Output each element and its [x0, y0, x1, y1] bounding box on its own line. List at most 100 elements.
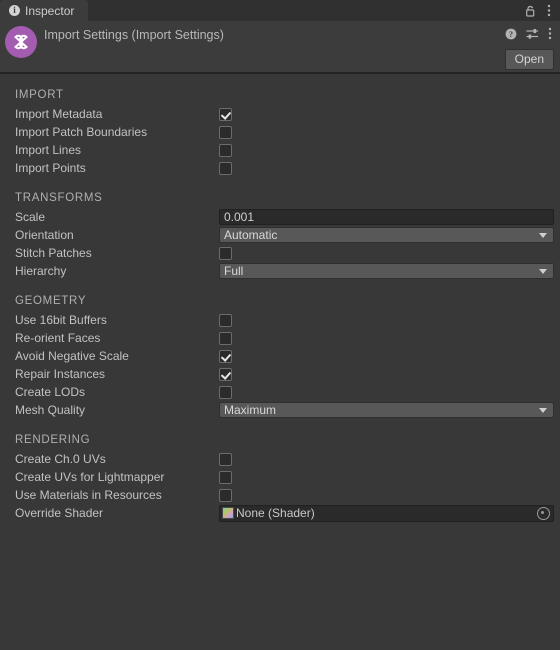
property-label: Scale — [15, 210, 46, 224]
property-label: Import Metadata — [15, 107, 103, 121]
checkbox-toggle[interactable] — [219, 246, 232, 260]
property-label: Override Shader — [15, 506, 104, 520]
checkbox-toggle[interactable] — [219, 143, 232, 157]
import-settings-asset-icon — [5, 26, 37, 58]
checkbox-toggle[interactable] — [219, 313, 232, 327]
property-label: Use 16bit Buffers — [15, 313, 107, 327]
tab-inspector[interactable]: i Inspector — [0, 0, 89, 21]
property-label: Re-orient Faces — [15, 331, 101, 345]
property-label: Import Patch Boundaries — [15, 125, 148, 139]
property-row: Use Materials in Resources — [0, 486, 560, 504]
property-row: Scale 0.001 — [0, 208, 560, 226]
help-icon[interactable]: ? — [505, 28, 517, 40]
property-row: Create LODs — [0, 383, 560, 401]
inspector-tabbar: i Inspector — [0, 0, 560, 21]
property-label: Import Points — [15, 161, 86, 175]
property-label: Create LODs — [15, 385, 86, 399]
property-field — [217, 107, 560, 121]
checkbox-toggle[interactable] — [219, 107, 232, 121]
property-row: Stitch Patches — [0, 244, 560, 262]
section-title: RENDERING — [15, 434, 91, 446]
property-row: Import Points — [0, 159, 560, 177]
property-field — [217, 470, 560, 484]
info-icon: i — [9, 5, 20, 16]
preset-settings-icon[interactable] — [526, 28, 539, 40]
dropdown-value: Full — [224, 264, 244, 278]
dropdown-value: Automatic — [224, 228, 278, 242]
property-field: 0.001 — [217, 209, 560, 225]
page-title: Import Settings (Import Settings) — [44, 28, 224, 42]
checkbox-toggle[interactable] — [219, 125, 232, 139]
property-row: Repair Instances — [0, 365, 560, 383]
section-title: GEOMETRY — [15, 295, 87, 307]
property-row: Import Patch Boundaries — [0, 123, 560, 141]
property-field — [217, 331, 560, 345]
dropdown-value: Maximum — [224, 403, 277, 417]
dropdown-select[interactable]: Full — [219, 263, 554, 279]
tabbar-actions — [525, 0, 560, 21]
property-field — [217, 125, 560, 139]
property-row: Orientation Automatic — [0, 226, 560, 244]
property-row: Override Shader None (Shader) — [0, 504, 560, 522]
text-input[interactable]: 0.001 — [219, 209, 554, 225]
checkbox-toggle[interactable] — [219, 385, 232, 399]
property-label: Import Lines — [15, 143, 82, 157]
object-header: Import Settings (Import Settings) ? Open — [0, 21, 560, 74]
kebab-menu-icon[interactable] — [547, 4, 551, 17]
checkbox-toggle[interactable] — [219, 452, 232, 466]
svg-text:?: ? — [509, 30, 513, 39]
property-row: Import Metadata — [0, 105, 560, 123]
shader-icon — [222, 507, 234, 519]
property-label: Orientation — [15, 228, 74, 242]
checkbox-toggle[interactable] — [219, 349, 232, 363]
object-reference-field[interactable]: None (Shader) — [219, 504, 554, 522]
section-title: IMPORT — [15, 89, 64, 101]
property-label: Use Materials in Resources — [15, 488, 162, 502]
property-row: Import Lines — [0, 141, 560, 159]
property-row: Mesh Quality Maximum — [0, 401, 560, 419]
property-row: Create UVs for Lightmapper — [0, 468, 560, 486]
property-field — [217, 246, 560, 260]
inspector-body: IMPORT Import Metadata Import Patch Bounda… — [0, 86, 560, 522]
checkbox-toggle[interactable] — [219, 367, 232, 381]
property-field — [217, 452, 560, 466]
object-reference-value: None (Shader) — [236, 506, 315, 520]
checkbox-toggle[interactable] — [219, 488, 232, 502]
property-row: Avoid Negative Scale — [0, 347, 560, 365]
property-field: Maximum — [217, 402, 560, 418]
header-actions: ? — [505, 27, 552, 40]
chevron-down-icon — [539, 407, 547, 413]
property-label: Repair Instances — [15, 367, 106, 381]
open-button[interactable]: Open — [504, 49, 554, 70]
property-field — [217, 349, 560, 363]
property-field — [217, 367, 560, 381]
property-row: Create Ch.0 UVs — [0, 450, 560, 468]
chevron-down-icon — [539, 232, 547, 238]
property-field: Full — [217, 263, 560, 279]
checkbox-toggle[interactable] — [219, 331, 232, 345]
dropdown-select[interactable]: Automatic — [219, 227, 554, 243]
property-field — [217, 143, 560, 157]
property-field: Automatic — [217, 227, 560, 243]
dropdown-select[interactable]: Maximum — [219, 402, 554, 418]
object-picker-icon[interactable] — [537, 506, 550, 520]
property-label: Hierarchy — [15, 264, 67, 278]
section-title: TRANSFORMS — [15, 192, 103, 204]
property-field: None (Shader) — [217, 504, 560, 522]
property-label: Stitch Patches — [15, 246, 92, 260]
kebab-menu-icon[interactable] — [548, 27, 552, 40]
property-row: Use 16bit Buffers — [0, 311, 560, 329]
property-field — [217, 313, 560, 327]
property-label: Create UVs for Lightmapper — [15, 470, 165, 484]
property-row: Hierarchy Full — [0, 262, 560, 280]
chevron-down-icon — [539, 268, 547, 274]
property-row: Re-orient Faces — [0, 329, 560, 347]
checkbox-toggle[interactable] — [219, 161, 232, 175]
property-field — [217, 385, 560, 399]
property-label: Avoid Negative Scale — [15, 349, 129, 363]
lock-icon[interactable] — [525, 5, 536, 17]
property-label: Mesh Quality — [15, 403, 86, 417]
checkbox-toggle[interactable] — [219, 470, 232, 484]
property-field — [217, 161, 560, 175]
tab-inspector-label: Inspector — [25, 3, 75, 18]
